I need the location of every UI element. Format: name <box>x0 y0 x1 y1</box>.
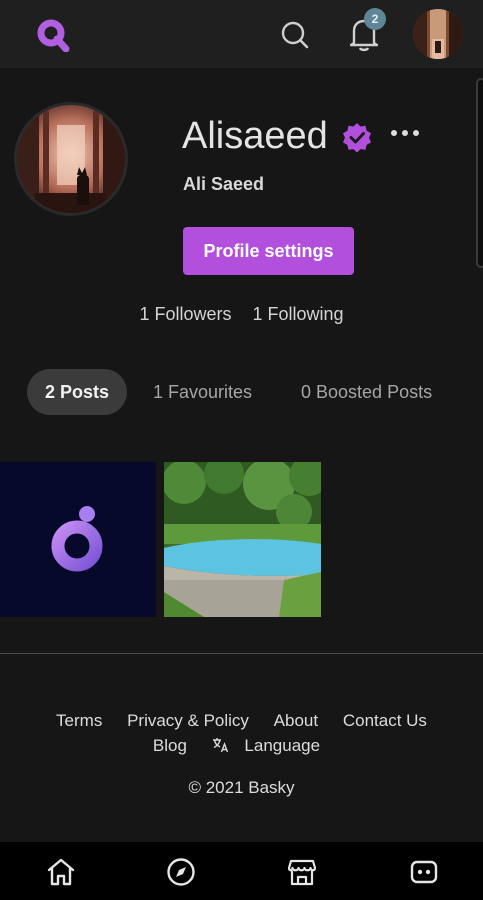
dot-icon <box>391 130 397 136</box>
store-icon[interactable] <box>286 856 318 888</box>
search-icon[interactable] <box>280 20 310 50</box>
tab-boosted-posts[interactable]: 0 Boosted Posts <box>301 369 432 415</box>
footer-link-about[interactable]: About <box>274 711 318 730</box>
home-icon[interactable] <box>45 856 77 888</box>
follow-stats: 1 Followers 1 Following <box>0 304 483 325</box>
top-bar: 2 <box>0 0 483 68</box>
profile-avatar <box>14 102 128 216</box>
verified-badge-icon <box>343 123 371 152</box>
dot-icon <box>402 130 408 136</box>
footer-links: Terms Privacy & Policy About Contact Us … <box>0 708 483 758</box>
profile-settings-button[interactable]: Profile settings <box>183 227 354 275</box>
scrollbar-thumb[interactable] <box>476 78 483 268</box>
basky-logo-icon[interactable] <box>36 18 70 52</box>
notification-badge: 2 <box>364 8 386 30</box>
compass-icon[interactable] <box>165 856 197 888</box>
profile-tabs: 2 Posts 1 Favourites 0 Boosted Posts <box>27 369 477 415</box>
language-icon <box>212 738 228 753</box>
footer-link-terms[interactable]: Terms <box>56 711 102 730</box>
footer-link-contact[interactable]: Contact Us <box>343 711 427 730</box>
footer-link-privacy[interactable]: Privacy & Policy <box>127 711 249 730</box>
followers-link[interactable]: 1 Followers <box>139 304 231 324</box>
post-pool-image[interactable] <box>164 462 321 617</box>
profile-username: Alisaeed <box>182 115 328 157</box>
footer-language[interactable]: Language <box>212 736 330 755</box>
chat-icon[interactable] <box>408 856 440 888</box>
more-options-button[interactable] <box>388 118 422 148</box>
tab-posts[interactable]: 2 Posts <box>27 369 128 415</box>
dot-icon <box>413 130 419 136</box>
post-logo-image[interactable] <box>0 462 156 617</box>
bottom-nav <box>0 842 483 900</box>
tab-favourites[interactable]: 1 Favourites <box>153 369 252 415</box>
profile-full-name: Ali Saeed <box>183 174 265 194</box>
footer-language-label: Language <box>244 736 321 755</box>
following-link[interactable]: 1 Following <box>253 304 344 324</box>
footer-link-blog[interactable]: Blog <box>153 736 187 755</box>
divider <box>0 653 483 654</box>
user-avatar[interactable] <box>413 9 463 59</box>
copyright: © 2021 Basky <box>188 778 295 797</box>
